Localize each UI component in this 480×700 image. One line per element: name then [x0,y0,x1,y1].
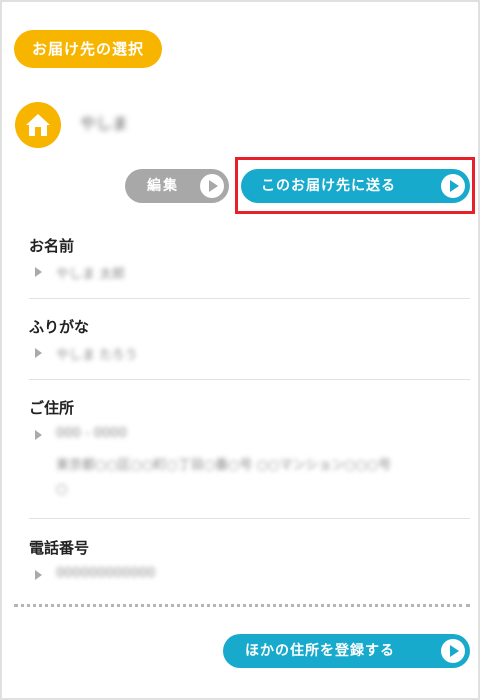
field-label-address: ご住所 [29,399,75,417]
bullet-icon [35,348,42,358]
divider [29,298,470,299]
field-label-furigana: ふりがな [29,318,90,336]
home-icon [15,102,61,148]
register-other-address-button[interactable]: ほかの住所を登録する [223,634,470,668]
field-label-phone: 電話番号 [29,539,90,557]
bullet-icon [35,267,42,277]
bullet-icon [35,570,42,580]
field-value-name: やしま 太郎 [56,267,126,282]
register-button-label: ほかの住所を登録する [245,643,395,659]
dotted-divider [14,604,470,607]
field-value-phone: 000000000000 [56,566,156,581]
play-arrow-icon [441,639,465,663]
field-label-name: お名前 [29,237,75,255]
field-value-postal: 000 - 0000 [56,426,127,441]
page-frame: お届け先の選択 やしま 編集 このお届け先に送る お名前 やしま 太郎 ふりがな… [0,0,480,700]
highlight-box [235,157,475,214]
play-arrow-icon [200,174,224,198]
field-value-furigana: やしま たろう [56,348,138,363]
edit-button-label: 編集 [147,178,179,194]
divider [29,379,470,380]
house-icon [26,114,50,136]
field-value-address: 東京都○○区○○町○丁目○番○号 ○○マンション○○○号 [56,458,392,473]
page-title: お届け先の選択 [14,30,163,68]
divider [29,518,470,519]
address-name: やしま [80,114,129,133]
edit-button[interactable]: 編集 [125,169,229,203]
field-value-address-cont: ○ [56,482,68,497]
bullet-icon [35,430,42,440]
